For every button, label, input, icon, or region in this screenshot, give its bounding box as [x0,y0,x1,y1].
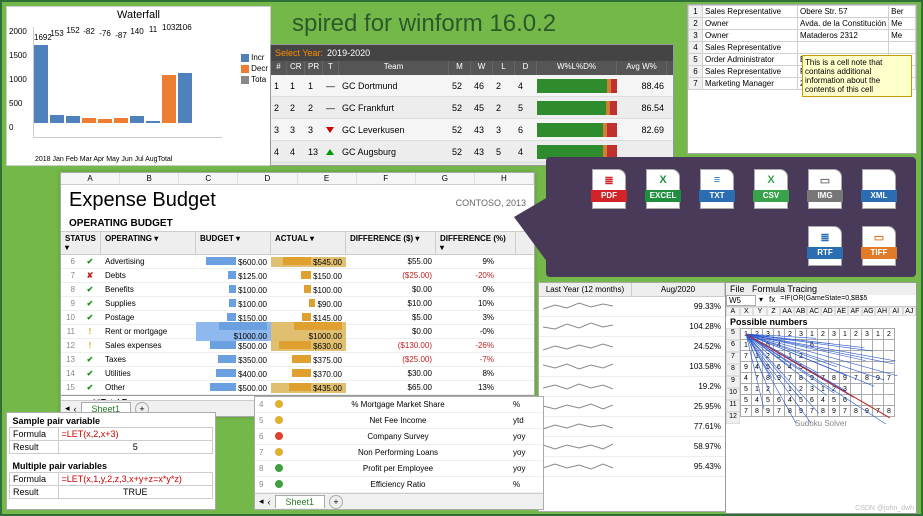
sheet-tab[interactable]: Sheet1 [275,495,326,508]
select-year-label: Select Year: [271,48,327,58]
budget-section: OPERATING BUDGET [61,216,534,231]
spark-row[interactable]: 99.33% [539,297,725,317]
budget-row[interactable]: 11 ! Rent or mortgage $1000.00 $1000.00 … [61,325,534,339]
kpi-row[interactable]: 9 Efficiency Ratio % [255,477,543,493]
waterfall-bar: -82 [82,39,96,137]
result-2: TRUE [58,485,212,498]
kpi-row[interactable]: 8 Profit per Employee yoy [255,461,543,477]
grid-row[interactable]: 4Sales Representative [689,42,916,54]
export-tiff-button[interactable]: ▭ TIFF [862,226,896,266]
year-value[interactable]: 2019-2020 [327,48,370,58]
waterfall-bar: 140 [130,39,144,137]
team-table-panel: Select Year: 2019-2020 #CRPRTTeamMWLDW%L… [270,44,674,166]
waterfall-bar: -87 [114,43,128,137]
export-txt-button[interactable]: ≡ TXT [700,169,734,209]
expense-budget-sheet: ABCDEFGH Expense Budget CONTOSO, 2013 OP… [60,172,535,417]
spark-row[interactable]: 24.52% [539,337,725,357]
formula-2[interactable]: =LET(x,1,y,2,z,3,x+y+z=x*y*z) [58,472,212,485]
budget-row[interactable]: 8 ✔ Benefits $100.00 $100.00 $0.00 0% [61,283,534,297]
spark-row[interactable]: 104.28% [539,317,725,337]
budget-row[interactable]: 12 ! Sales expenses $500.00 $630.00 ($13… [61,339,534,353]
waterfall-xlabels: 2018 Jan Feb Mar Apr May Jun Jul AugTota… [35,156,172,163]
add-sheet-button[interactable]: + [329,495,343,509]
spark-row[interactable]: 19.2% [539,377,725,397]
result-1: 5 [58,441,212,454]
waterfall-bar: 11 [146,37,160,137]
kpi-row[interactable]: 7 Non Performing Loans yoy [255,445,543,461]
budget-row[interactable]: 7 ✘ Debts $125.00 $150.00 ($25.00) -20% [61,269,534,283]
export-xml-button[interactable]: XML [862,169,896,209]
kpi-panel: 4 % Mortgage Market Share % 5 Net Fee In… [254,396,544,510]
export-csv-button[interactable]: X CSV [754,169,788,209]
waterfall-bar: 153 [50,41,64,137]
team-row[interactable]: 222 —GC Frankfurt 524525 86.54 [271,97,673,119]
kpi-row[interactable]: 4 % Mortgage Market Share % [255,397,543,413]
spark-row[interactable]: 103.58% [539,357,725,377]
sudoku-panel: File Formula Tracing W5 ▾ fx =IF(OR(Game… [725,282,917,514]
budget-row[interactable]: 15 ✔ Other $500.00 $435.00 $65.00 13% [61,381,534,395]
waterfall-bar: 106 [178,35,192,137]
sparkline-panel: Last Year (12 months) Aug/2020 99.33% 10… [538,282,726,512]
grid-row[interactable]: 2OwnerAvda. de la ConstituciónMe [689,18,916,30]
team-row[interactable]: 333 GC Leverkusen 524336 82.69 [271,119,673,141]
export-rtf-button[interactable]: ≣ RTF [808,226,842,266]
export-excel-button[interactable]: X EXCEL [646,169,680,209]
waterfall-bar: 152 [66,38,80,137]
budget-row[interactable]: 6 ✔ Advertising $600.00 $545.00 $55.00 9… [61,255,534,269]
grid-row[interactable]: 3OwnerMataderos 2312Me [689,30,916,42]
budget-row[interactable]: 14 ✔ Utilities $400.00 $370.00 $30.00 8% [61,367,534,381]
waterfall-bar: -76 [98,41,112,137]
formula-1[interactable]: =LET(x,2,x+3) [58,428,212,441]
cell-note-grid: 1Sales RepresentativeObere Str. 57Ber2Ow… [687,4,917,154]
menu-file[interactable]: File [730,284,745,294]
formula-bar[interactable]: =IF(OR(GameState=0,$B$5 [778,295,916,306]
sudoku-footer: Sudoku Solver [726,417,916,430]
export-img-button[interactable]: ▭ IMG [808,169,842,209]
spark-row[interactable]: 77.61% [539,417,725,437]
cell-note-tooltip: This is a cell note that contains additi… [802,55,912,97]
formula-heading-1: Sample pair variable [10,415,213,428]
waterfall-chart: Waterfall 2000150010005000 1692153152-82… [6,6,271,166]
export-pdf-button[interactable]: ≣ PDF [592,169,626,209]
menu-formula-tracing[interactable]: Formula Tracing [752,284,817,294]
kpi-row[interactable]: 5 Net Fee Income ytd [255,413,543,429]
credit: CSDN @john_dwh [855,505,914,512]
let-formula-panel: Sample pair variable Formula=LET(x,2,x+3… [6,412,216,510]
export-panel: ≣ PDF X EXCEL ≡ TXT X CSV ▭ IMG XML ≣ RT… [546,157,916,277]
sudoku-title: Possible numbers [726,316,916,328]
formula-heading-2: Multiple pair variables [10,460,213,473]
spark-row[interactable]: 25.95% [539,397,725,417]
watermark-text: spired for winform 16.0.2 [292,10,556,38]
waterfall-bar: 1032 [162,35,176,137]
kpi-row[interactable]: 6 Company Survey yoy [255,429,543,445]
spark-row[interactable]: 58.97% [539,437,725,457]
name-box[interactable]: W5 [726,295,756,306]
grid-row[interactable]: 1Sales RepresentativeObere Str. 57Ber [689,6,916,18]
waterfall-bar: 1692 [34,45,48,137]
budget-row[interactable]: 9 ✔ Supplies $100.00 $90.00 $10.00 10% [61,297,534,311]
spark-row[interactable]: 95.43% [539,457,725,477]
waterfall-legend: IncrDecrTota [241,53,268,86]
team-row[interactable]: 111 —GC Dortmund 524624 88.46 [271,75,673,97]
waterfall-title: Waterfall [7,7,270,23]
budget-row[interactable]: 13 ✔ Taxes $350.00 $375.00 ($25.00) -7% [61,353,534,367]
